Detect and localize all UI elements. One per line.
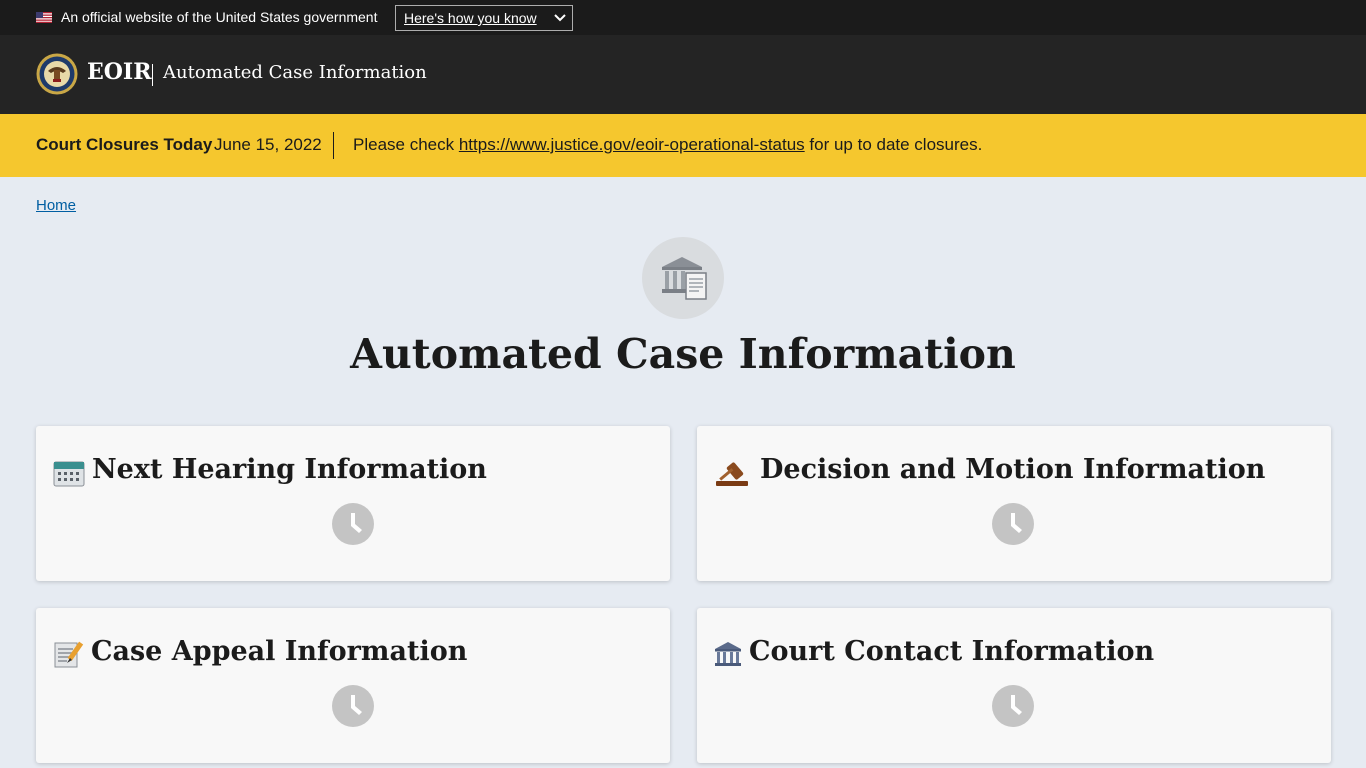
gov-banner: An official website of the United States…: [0, 0, 1366, 35]
alert-divider: [333, 132, 334, 159]
site-title[interactable]: Automated Case Information: [163, 62, 427, 83]
card-title: Decision and Motion Information: [760, 454, 1266, 485]
breadcrumb: Home: [36, 197, 76, 214]
chevron-down-icon: [554, 14, 566, 22]
card-title: Court Contact Information: [749, 636, 1155, 667]
alert-message: Please check https://www.justice.gov/eoi…: [353, 135, 982, 155]
alert-message-suffix: for up to date closures.: [804, 135, 983, 154]
card-title: Case Appeal Information: [91, 636, 468, 667]
clock-icon: [992, 503, 1034, 545]
us-flag-icon: [36, 12, 52, 23]
gov-banner-text: An official website of the United States…: [61, 9, 378, 25]
courthouse-icon: [715, 642, 741, 666]
site-header: EOIR Automated Case Information: [0, 35, 1366, 114]
how-you-know-button[interactable]: Here's how you know: [395, 5, 573, 31]
card-title: Next Hearing Information: [92, 454, 487, 485]
calendar-icon: [53, 461, 85, 487]
alert-date: June 15, 2022: [214, 135, 322, 154]
card-decision-motion[interactable]: Decision and Motion Information: [697, 426, 1331, 581]
clock-icon: [332, 503, 374, 545]
alert-title: Court Closures Today: [36, 135, 213, 154]
card-next-hearing[interactable]: Next Hearing Information: [36, 426, 670, 581]
operational-status-link[interactable]: https://www.justice.gov/eoir-operational…: [459, 135, 805, 154]
header-divider: [152, 64, 153, 86]
court-closures-alert: Court Closures Today June 15, 2022 Pleas…: [0, 114, 1366, 177]
clock-icon: [992, 685, 1034, 727]
agency-name[interactable]: EOIR: [87, 59, 152, 85]
alert-message-prefix: Please check: [353, 135, 459, 154]
card-case-appeal[interactable]: Case Appeal Information: [36, 608, 670, 763]
how-you-know-label: Here's how you know: [404, 10, 537, 26]
doj-seal-icon[interactable]: [36, 53, 78, 95]
memo-pencil-icon: [54, 641, 84, 668]
card-court-contact[interactable]: Court Contact Information: [697, 608, 1331, 763]
breadcrumb-home-link[interactable]: Home: [36, 197, 76, 214]
page-title: Automated Case Information: [350, 330, 1016, 378]
gavel-icon: [716, 462, 748, 486]
courthouse-document-icon: [642, 237, 724, 319]
clock-icon: [332, 685, 374, 727]
